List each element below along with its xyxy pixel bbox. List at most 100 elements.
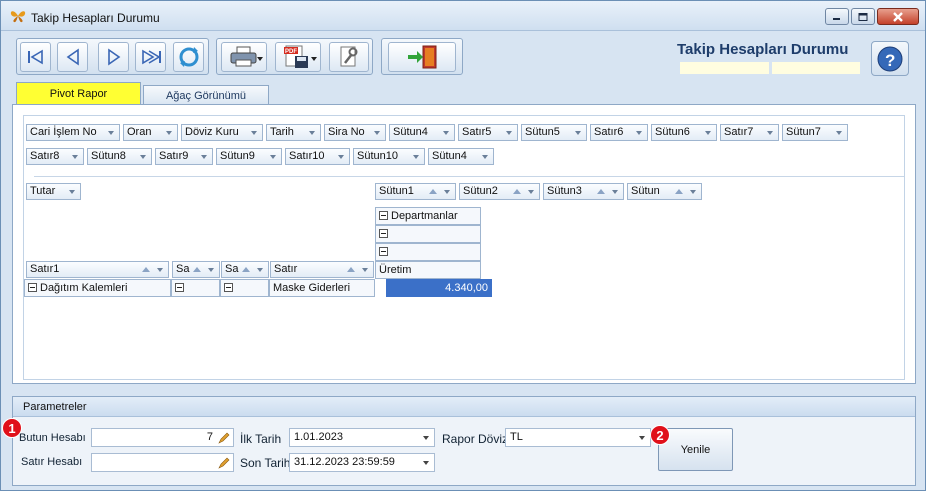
butun-hesabi-input[interactable]: 7 xyxy=(91,428,234,447)
exit-button[interactable] xyxy=(388,42,456,72)
step-badge: 1 xyxy=(2,418,22,438)
row-field[interactable]: Sa xyxy=(172,261,220,278)
filter-field[interactable]: Sütun4 xyxy=(428,148,494,165)
column-header-level2[interactable] xyxy=(375,225,481,243)
settings-button[interactable] xyxy=(329,42,369,72)
filter-field[interactable]: Satır8 xyxy=(26,148,84,165)
column-field[interactable]: Sütun xyxy=(627,183,702,200)
filter-field-label: Satır6 xyxy=(594,126,624,138)
title-info-strip xyxy=(680,62,860,74)
previous-icon xyxy=(66,48,79,66)
filter-field-label: Cari İşlem No xyxy=(30,126,97,138)
last-record-button[interactable] xyxy=(135,42,166,72)
filter-field[interactable]: Sütun10 xyxy=(353,148,425,165)
column-header-departmanlar[interactable]: Departmanlar xyxy=(375,207,481,225)
navigation-group xyxy=(16,38,209,75)
filter-field[interactable]: Sütun6 xyxy=(651,124,717,141)
son-tarih-picker[interactable]: 31.12.2023 23:59:59 xyxy=(289,453,435,472)
pdf-export-button[interactable]: PDF xyxy=(275,42,321,72)
lookup-pencil-icon[interactable] xyxy=(218,457,230,469)
first-record-button[interactable] xyxy=(20,42,51,72)
minimize-icon xyxy=(833,17,840,20)
filter-field[interactable]: Sütun7 xyxy=(782,124,848,141)
rapor-dovizi-value: TL xyxy=(510,431,523,443)
maximize-button[interactable] xyxy=(851,8,875,25)
filter-field[interactable]: Sütun9 xyxy=(216,148,282,165)
previous-button[interactable] xyxy=(57,42,88,72)
filter-field-label: Satır8 xyxy=(30,150,60,162)
row-field[interactable]: Sa xyxy=(221,261,269,278)
filter-field[interactable]: Sütun5 xyxy=(521,124,587,141)
filter-separator xyxy=(34,176,904,177)
dropdown-arrow-icon[interactable] xyxy=(423,461,429,465)
output-group: PDF xyxy=(216,38,373,75)
parameters-header: Parametreler xyxy=(13,397,915,417)
tools-icon xyxy=(340,46,358,67)
data-field-label: Tutar xyxy=(30,185,56,197)
column-field[interactable]: Sütun2 xyxy=(459,183,540,200)
filter-field[interactable]: Sira No xyxy=(324,124,386,141)
pivot-grid: Cari İşlem No Oran Döviz Kuru Tarih Sira… xyxy=(23,115,905,380)
row-header-level3[interactable] xyxy=(220,279,269,297)
filter-field[interactable]: Satır9 xyxy=(155,148,213,165)
row-field[interactable]: Satır1 xyxy=(26,261,169,278)
row-header-maske[interactable]: Maske Giderleri xyxy=(269,279,375,297)
filter-field[interactable]: Sütun4 xyxy=(389,124,455,141)
filter-field[interactable]: Oran xyxy=(123,124,178,141)
filter-field-label: Tarih xyxy=(270,126,294,138)
row-header-label: Maske Giderleri xyxy=(273,282,351,294)
lookup-pencil-icon[interactable] xyxy=(218,432,230,444)
tab-tree-view[interactable]: Ağaç Görünümü xyxy=(143,85,269,105)
ilk-tarih-picker[interactable]: 1.01.2023 xyxy=(289,428,435,447)
title-bar: Takip Hesapları Durumu xyxy=(1,1,925,31)
collapse-icon[interactable] xyxy=(379,229,388,238)
row-header-level2[interactable] xyxy=(171,279,220,297)
satir-hesabi-input[interactable] xyxy=(91,453,234,472)
filter-field-label: Sütun4 xyxy=(432,150,467,162)
print-button[interactable] xyxy=(221,42,267,72)
filter-field[interactable]: Tarih xyxy=(266,124,321,141)
pivot-value-cell[interactable]: 4.340,00 xyxy=(386,279,492,297)
collapse-icon[interactable] xyxy=(224,283,233,292)
rapor-dovizi-select[interactable]: TL xyxy=(505,428,651,447)
butterfly-icon xyxy=(10,11,26,23)
svg-text:PDF: PDF xyxy=(285,49,297,55)
filter-field[interactable]: Satır7 xyxy=(720,124,779,141)
column-field[interactable]: Sütun3 xyxy=(543,183,624,200)
collapse-icon[interactable] xyxy=(28,283,37,292)
filter-field[interactable]: Satır10 xyxy=(285,148,350,165)
pivot-tab-panel: Cari İşlem No Oran Döviz Kuru Tarih Sira… xyxy=(12,104,916,384)
filter-field-label: Döviz Kuru xyxy=(185,126,239,138)
filter-field-label: Sütun9 xyxy=(220,150,255,162)
filter-field-label: Sütun8 xyxy=(91,150,126,162)
close-button[interactable] xyxy=(877,8,919,25)
data-field-tutar[interactable]: Tutar xyxy=(26,183,81,200)
refresh-button[interactable] xyxy=(173,42,204,72)
row-field[interactable]: Satır xyxy=(270,261,374,278)
filter-field[interactable]: Cari İşlem No xyxy=(26,124,120,141)
collapse-icon[interactable] xyxy=(175,283,184,292)
window-title: Takip Hesapları Durumu xyxy=(31,11,160,25)
filter-field[interactable]: Döviz Kuru xyxy=(181,124,263,141)
row-header-dagitim[interactable]: Dağıtım Kalemleri xyxy=(24,279,171,297)
svg-text:?: ? xyxy=(885,51,895,70)
tab-pivot-report[interactable]: Pivot Rapor xyxy=(16,82,141,105)
filter-field-label: Satır9 xyxy=(159,150,189,162)
dropdown-arrow-icon[interactable] xyxy=(423,436,429,440)
help-button[interactable]: ? xyxy=(871,41,909,76)
column-header-uretim[interactable]: Üretim xyxy=(375,261,481,279)
next-button[interactable] xyxy=(98,42,129,72)
column-header-level3[interactable] xyxy=(375,243,481,261)
filter-field[interactable]: Satır6 xyxy=(590,124,648,141)
ilk-tarih-value: 1.01.2023 xyxy=(294,431,343,443)
refresh-icon xyxy=(179,47,198,67)
collapse-icon[interactable] xyxy=(379,247,388,256)
app-window: Takip Hesapları Durumu PDF Takip Hesapla… xyxy=(0,0,926,491)
filter-field[interactable]: Sütun8 xyxy=(87,148,152,165)
filter-field[interactable]: Satır5 xyxy=(458,124,518,141)
dropdown-arrow-icon[interactable] xyxy=(639,436,645,440)
column-field[interactable]: Sütun1 xyxy=(375,183,456,200)
collapse-icon[interactable] xyxy=(379,211,388,220)
column-field-label: Sütun xyxy=(631,185,660,197)
minimize-button[interactable] xyxy=(825,8,849,25)
